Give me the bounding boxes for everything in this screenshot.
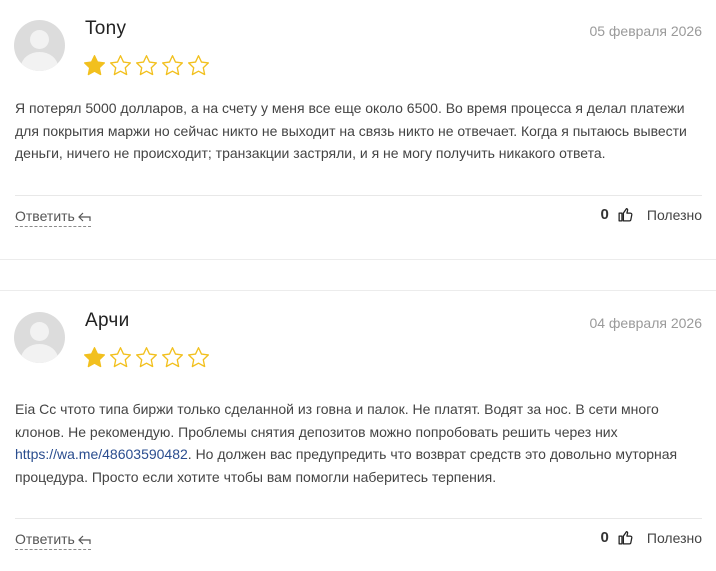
star-icon: [83, 347, 106, 368]
review-author: Арчи: [85, 310, 130, 331]
star-rating: [83, 54, 210, 77]
review-link[interactable]: https://wa.me/48603590482: [15, 446, 188, 462]
vote-count: 0: [600, 529, 609, 546]
star-icon: [161, 347, 184, 368]
review-text: Я потерял 5000 долларов, а на счету у ме…: [15, 100, 687, 161]
reply-button[interactable]: Ответить: [15, 208, 91, 227]
star-icon: [83, 55, 106, 76]
section-separator: [0, 290, 716, 291]
vote-area: 0 Полезно: [601, 206, 702, 223]
star-icon: [135, 347, 158, 368]
star-icon: [187, 347, 210, 368]
star-icon: [161, 55, 184, 76]
avatar: [14, 20, 65, 71]
useful-label[interactable]: Полезно: [647, 530, 702, 546]
divider: [15, 195, 702, 196]
thumbs-up-icon[interactable]: [617, 206, 634, 223]
star-icon: [109, 55, 132, 76]
review-card: Арчи 04 февраля 2026 Eia Cc чтото типа б…: [0, 292, 716, 571]
thumbs-up-icon[interactable]: [617, 529, 634, 546]
reply-button[interactable]: Ответить: [15, 531, 91, 550]
review-date: 05 февраля 2026: [589, 23, 702, 39]
star-icon: [109, 347, 132, 368]
useful-label[interactable]: Полезно: [647, 207, 702, 223]
review-date: 04 февраля 2026: [589, 315, 702, 331]
review-card: Tony 05 февраля 2026 Я потерял 5000 долл…: [0, 0, 716, 260]
star-icon: [187, 55, 210, 76]
vote-count: 0: [600, 206, 609, 223]
reply-arrow-icon: [77, 535, 91, 544]
reply-label: Ответить: [15, 208, 75, 224]
star-icon: [135, 55, 158, 76]
review-text: Eia Cc чтото типа биржи только сделанной…: [15, 398, 705, 488]
review-author: Tony: [85, 18, 127, 39]
divider: [15, 518, 702, 519]
star-rating: [83, 346, 210, 369]
reply-label: Ответить: [15, 531, 75, 547]
section-separator: [0, 259, 716, 260]
review-text-part: Eia Cc чтото типа биржи только сделанной…: [15, 401, 659, 440]
vote-area: 0 Полезно: [601, 529, 702, 546]
reply-arrow-icon: [77, 212, 91, 221]
avatar: [14, 312, 65, 363]
